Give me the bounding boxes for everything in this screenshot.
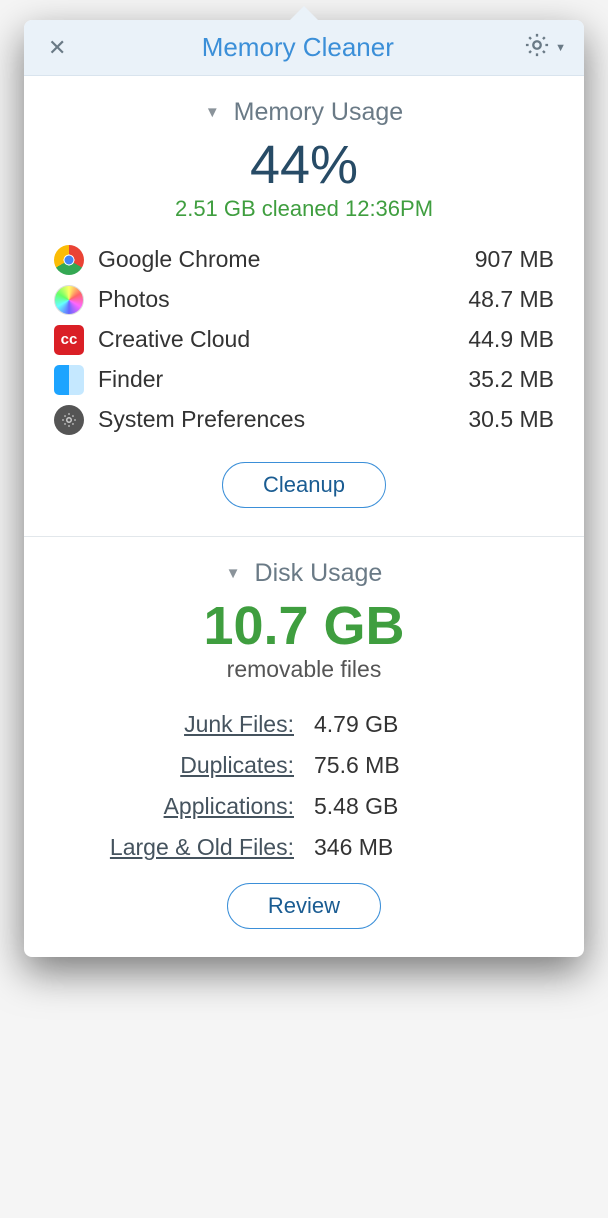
memory-section-label: Memory Usage	[234, 98, 404, 127]
process-row: Finder 35.2 MB	[54, 360, 554, 400]
process-name: Finder	[98, 366, 468, 393]
disk-total: 10.7 GB	[52, 598, 556, 655]
large-old-files-link[interactable]: Large & Old Files:	[72, 834, 294, 861]
process-row: Google Chrome 907 MB	[54, 240, 554, 280]
duplicates-value: 75.6 MB	[314, 752, 536, 779]
settings-menu-button[interactable]: ▼	[523, 31, 566, 64]
titlebar: ✕ Memory Cleaner ▼	[24, 20, 584, 76]
memory-percent: 44%	[52, 137, 556, 194]
chevron-down-icon: ▼	[555, 42, 566, 54]
process-row: cc Creative Cloud 44.9 MB	[54, 320, 554, 360]
disk-section-label: Disk Usage	[255, 559, 383, 588]
cleanup-button[interactable]: Cleanup	[222, 462, 386, 508]
chrome-icon	[54, 245, 84, 275]
disclosure-triangle-icon: ▼	[205, 104, 220, 121]
memory-usage-section: ▼ Memory Usage 44% 2.51 GB cleaned 12:36…	[24, 76, 584, 536]
disclosure-triangle-icon: ▼	[226, 565, 241, 582]
review-button[interactable]: Review	[227, 883, 381, 929]
applications-link[interactable]: Applications:	[72, 793, 294, 820]
memory-cleaned-status: 2.51 GB cleaned 12:36PM	[52, 196, 556, 222]
disk-usage-section: ▼ Disk Usage 10.7 GB removable files Jun…	[24, 536, 584, 958]
applications-value: 5.48 GB	[314, 793, 536, 820]
process-size: 907 MB	[475, 246, 554, 273]
disk-sub-label: removable files	[52, 656, 556, 683]
close-icon[interactable]: ✕	[42, 29, 72, 67]
creative-cloud-icon: cc	[54, 325, 84, 355]
process-size: 48.7 MB	[468, 286, 554, 313]
process-size: 30.5 MB	[468, 406, 554, 433]
app-title: Memory Cleaner	[202, 32, 394, 63]
finder-icon	[54, 365, 84, 395]
system-preferences-icon	[54, 405, 84, 435]
process-list: Google Chrome 907 MB Photos 48.7 MB cc C…	[54, 240, 554, 440]
process-row: System Preferences 30.5 MB	[54, 400, 554, 440]
popover: ✕ Memory Cleaner ▼ ▼ Memory Usage 44% 2.…	[24, 20, 584, 957]
duplicates-link[interactable]: Duplicates:	[72, 752, 294, 779]
junk-files-link[interactable]: Junk Files:	[72, 711, 294, 738]
disk-breakdown: Junk Files: 4.79 GB Duplicates: 75.6 MB …	[72, 711, 536, 861]
process-size: 35.2 MB	[468, 366, 554, 393]
process-name: Photos	[98, 286, 468, 313]
process-name: Creative Cloud	[98, 326, 468, 353]
photos-icon	[54, 285, 84, 315]
junk-files-value: 4.79 GB	[314, 711, 536, 738]
large-old-files-value: 346 MB	[314, 834, 536, 861]
process-name: System Preferences	[98, 406, 468, 433]
process-name: Google Chrome	[98, 246, 475, 273]
process-size: 44.9 MB	[468, 326, 554, 353]
memory-section-header[interactable]: ▼ Memory Usage	[52, 98, 556, 127]
gear-icon	[523, 31, 551, 64]
process-row: Photos 48.7 MB	[54, 280, 554, 320]
disk-section-header[interactable]: ▼ Disk Usage	[52, 559, 556, 588]
